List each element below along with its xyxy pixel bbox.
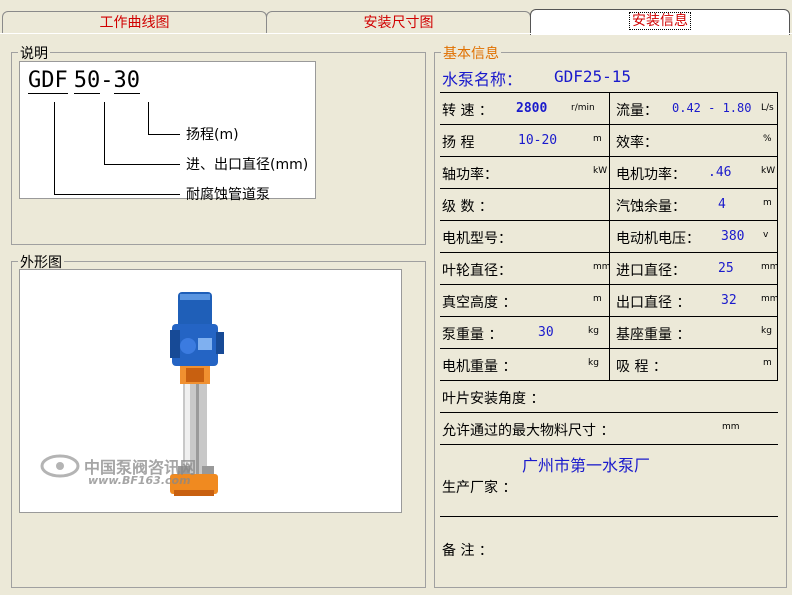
speed-unit: r/min [571, 103, 595, 113]
motor-power-unit: kW [761, 166, 776, 176]
shaft-power-unit: kW [593, 166, 608, 176]
voltage-value: 380 [721, 229, 745, 244]
model-code-dash: - [100, 68, 114, 93]
voltage-unit: v [763, 230, 769, 240]
legend-line-dia-h [104, 164, 180, 165]
head-value: 10-20 [518, 133, 558, 148]
npsh-label: 汽蚀余量： [616, 199, 686, 215]
base-weight-label: 基座重量 ： [616, 327, 691, 343]
watermark-logo [40, 454, 80, 478]
stage-label: 级 数 ： [442, 199, 493, 215]
outlet-label: 出口直径 ： [616, 295, 691, 311]
tab-bar: 工作曲线图 安装尺寸图 安装信息 [0, 0, 792, 36]
tab-install-info[interactable]: 安装信息 [530, 9, 790, 35]
base-weight-unit: kg [761, 326, 772, 336]
blade-angle-label: 叶片安装角度 ： [442, 391, 545, 407]
tab-install-info-label: 安装信息 [629, 12, 691, 30]
tab-divider [0, 33, 792, 34]
motor-model-label: 电机型号： [442, 231, 512, 247]
flow-label: 流量： [616, 103, 658, 119]
pump-image-box: 中国泵阀咨讯网 www.BF163.com [19, 269, 402, 513]
efficiency-unit: % [763, 134, 772, 144]
npsh-value: 4 [718, 197, 726, 212]
grid-h [440, 444, 778, 445]
tab-install-size[interactable]: 安装尺寸图 [266, 11, 531, 33]
inlet-value: 25 [718, 261, 734, 276]
outlet-unit: mm [761, 294, 779, 304]
grid-h [440, 380, 778, 381]
legend-label-type: 耐腐蚀管道泵 [186, 187, 270, 203]
legend-panel: 说明 GDF 50-30 扬程(m) 进、出口直径(mm) 耐腐蚀管道泵 [11, 43, 426, 245]
tab-install-size-label: 安装尺寸图 [363, 15, 434, 31]
model-code-head: 30 [113, 68, 140, 94]
impeller-label: 叶轮直径： [442, 263, 512, 279]
suction-unit: m [763, 358, 772, 368]
efficiency-label: 效率： [616, 135, 658, 151]
speed-value: 2800 [516, 101, 548, 116]
grid-v [609, 92, 610, 380]
motor-power-label: 电机功率： [616, 167, 686, 183]
model-code-diameter: 50 [73, 68, 101, 94]
legend-title: 说明 [18, 43, 50, 63]
pump-name-value: GDF25-15 [554, 67, 632, 86]
inlet-unit: mm [761, 262, 779, 272]
npsh-unit: m [763, 198, 772, 208]
grid-h [440, 516, 778, 517]
basic-info-title: 基本信息 [441, 43, 501, 63]
manufacturer-value: 广州市第一水泵厂 [522, 456, 651, 475]
voltage-label: 电动机电压： [616, 231, 700, 247]
grid-h [440, 412, 778, 413]
flow-value: 0.42 - 1.80 [672, 101, 752, 115]
motor-weight-unit: kg [588, 358, 599, 368]
pump-weight-label: 泵重量 ： [442, 327, 503, 343]
max-size-unit: mm [722, 422, 740, 432]
pump-image [40, 292, 224, 496]
vacuum-label: 真空高度 ： [442, 295, 517, 311]
basic-info-panel: 基本信息 [434, 43, 787, 588]
legend-box: GDF 50-30 扬程(m) 进、出口直径(mm) 耐腐蚀管道泵 [19, 61, 316, 203]
legend-line-head-v [148, 102, 149, 134]
model-code: GDF 50-30 [28, 68, 140, 94]
legend-line-type-h [54, 194, 180, 195]
tab-curve-label: 工作曲线图 [99, 15, 170, 31]
legend-line-type-v [54, 102, 55, 194]
speed-label: 转 速 ： [442, 103, 493, 119]
pump-weight-value: 30 [538, 325, 554, 340]
legend-line-head-h [148, 134, 180, 135]
max-size-label: 允许通过的最大物料尺寸 ： [442, 423, 615, 439]
outlet-value: 32 [721, 293, 737, 308]
legend-label-diameter: 进、出口直径(mm) [186, 157, 309, 173]
motor-power-value: .46 [708, 165, 732, 180]
remark-label: 备 注 ： [442, 543, 493, 559]
appearance-panel: 外形图 中国泵阀咨讯网 www.BF163.com [11, 252, 426, 588]
tab-curve[interactable]: 工作曲线图 [2, 11, 267, 33]
pump-weight-unit: kg [588, 326, 599, 336]
model-code-series: GDF [28, 68, 68, 94]
watermark-text-url: www.BF163.com [88, 474, 191, 487]
motor-weight-label: 电机重量 ： [442, 359, 517, 375]
impeller-unit: mm [593, 262, 611, 272]
legend-line-dia-v [104, 102, 105, 164]
grid-v [777, 92, 778, 380]
shaft-power-label: 轴功率： [442, 167, 498, 183]
flow-unit: L/s [761, 103, 774, 113]
pump-name-label: 水泵名称： [442, 70, 523, 89]
vacuum-unit: m [593, 294, 602, 304]
legend-label-head: 扬程(m) [186, 127, 239, 143]
manufacturer-label: 生产厂家 ： [442, 480, 517, 496]
head-label: 扬 程 [442, 135, 475, 151]
suction-label: 吸 程 ： [616, 359, 667, 375]
inlet-label: 进口直径： [616, 263, 686, 279]
head-unit: m [593, 134, 602, 144]
